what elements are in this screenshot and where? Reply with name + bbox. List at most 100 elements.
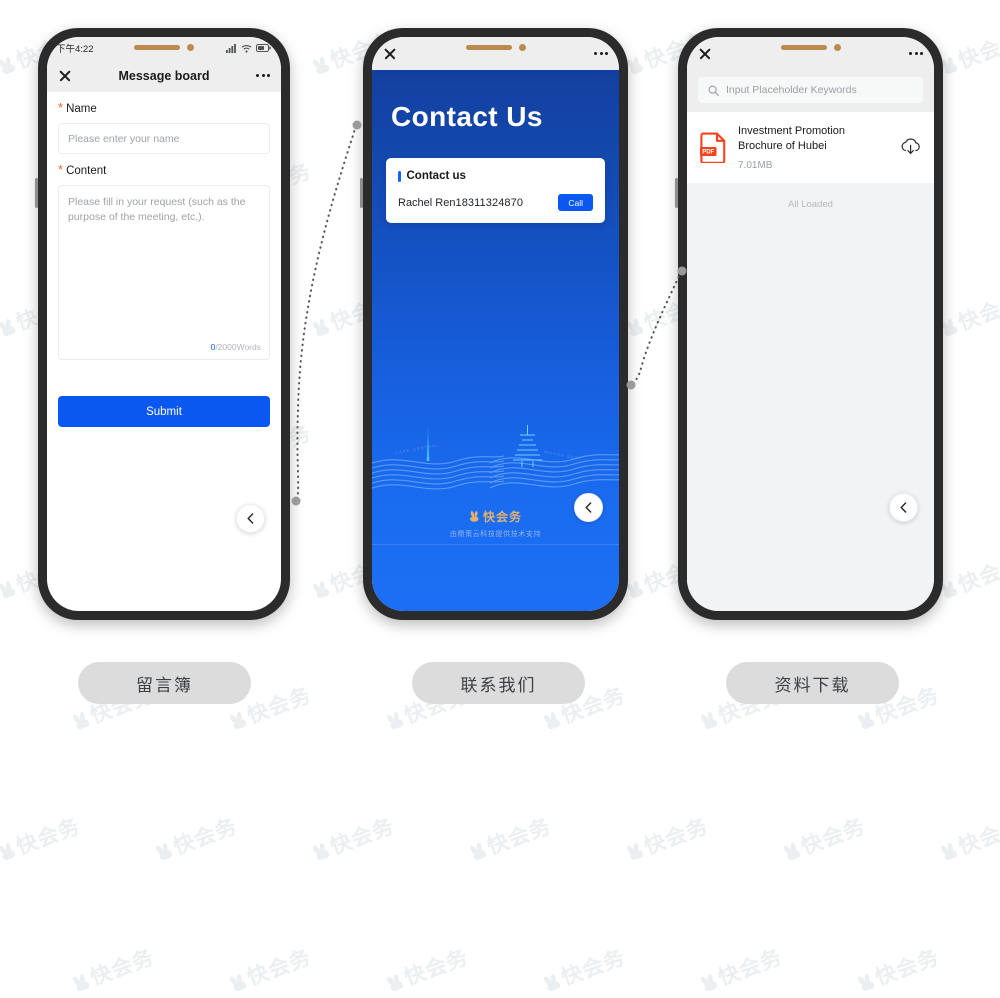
bunny-logo-icon (0, 579, 17, 599)
connector-path-2 (631, 271, 682, 385)
watermark-text: 快会务 (641, 814, 712, 860)
bunny-logo-icon (0, 55, 17, 75)
file-size: 7.01MB (738, 159, 773, 171)
download-cloud-icon[interactable] (900, 138, 921, 157)
hero-title: Contact Us (391, 101, 543, 132)
watermark-tile: 快会务 (309, 810, 398, 867)
bunny-logo-icon (311, 579, 331, 599)
watermark-text: 快会务 (87, 945, 158, 991)
watermark-text: 快会务 (170, 814, 241, 860)
required-mark: * (58, 162, 64, 177)
brand-logo: 快会务 (469, 508, 522, 525)
submit-button[interactable]: Submit (58, 396, 270, 427)
list-end-text: All Loaded (788, 198, 833, 210)
bunny-logo-icon (625, 55, 645, 75)
contact-card: Contact us Rachel Ren 18311324870 Call (386, 158, 605, 223)
phone2-notch (372, 44, 619, 51)
svg-text:PDF: PDF (702, 150, 714, 156)
search-icon (708, 85, 719, 96)
watermark-tile: 快会务 (937, 548, 1000, 605)
speaker-bar-icon (780, 45, 827, 50)
bunny-logo-icon (228, 972, 248, 992)
name-input[interactable]: Please enter your name (58, 123, 270, 154)
phone-contact-us: Contact Us Contact us Rachel Ren 1831132… (360, 28, 628, 620)
watermark-tile: 快会务 (466, 810, 555, 867)
svg-text:WUHAN EAST: WUHAN EAST (544, 449, 583, 461)
watermark-tile: 快会务 (937, 286, 1000, 343)
phone1-nav-bar: Message board (47, 59, 281, 92)
speaker-bar-icon (134, 45, 180, 50)
bunny-logo-icon (542, 972, 562, 992)
watermark-tile: 快会务 (854, 941, 943, 998)
phone1-notch (47, 44, 281, 51)
watermark-tile: 快会务 (937, 810, 1000, 867)
bunny-logo-icon (311, 841, 331, 861)
word-counter-total: /2000Words (215, 341, 261, 352)
more-icon[interactable] (256, 74, 270, 77)
watermark-text: 快会务 (715, 945, 786, 991)
call-button[interactable]: Call (558, 194, 593, 211)
downloads-page-body: Input Placeholder Keywords PDF Investmen… (687, 70, 934, 611)
bunny-logo-icon (625, 317, 645, 337)
watermark-text: 快会务 (244, 683, 315, 729)
phone-downloads: Input Placeholder Keywords PDF Investmen… (675, 28, 943, 620)
watermark-tile: 快会务 (0, 417, 1, 474)
watermark-tile: 快会务 (0, 810, 84, 867)
watermark-text: 快会务 (798, 814, 869, 860)
bunny-logo-icon (385, 972, 405, 992)
back-chevron-icon (585, 502, 592, 513)
watermark-text: 快会务 (955, 552, 1000, 598)
back-button[interactable] (236, 504, 265, 533)
phone-message-board: 下午4:22 Message board * Name Please enter… (35, 28, 290, 620)
name-field-label: * Name (58, 92, 270, 123)
list-item[interactable]: PDF Investment Promotion Brochure of Hub… (687, 112, 934, 183)
watermark-tile: 快会务 (697, 941, 786, 998)
message-board-form: * Name Please enter your name * Content … (47, 92, 281, 427)
search-input[interactable]: Input Placeholder Keywords (698, 77, 923, 103)
watermark-tile: 快会务 (0, 941, 1, 998)
back-button[interactable] (574, 493, 603, 522)
caption-message-board: 留言簿 (78, 662, 251, 704)
bunny-logo-icon (0, 317, 17, 337)
back-button[interactable] (889, 493, 918, 522)
bunny-logo-icon (625, 579, 645, 599)
pdf-file-icon: PDF (700, 132, 726, 163)
phone1-side-button (35, 178, 38, 208)
phone3-screen: Input Placeholder Keywords PDF Investmen… (687, 37, 934, 611)
connector-dot-1b (291, 496, 301, 506)
powered-by-text: 由鼎策云科技提供技术支持 (449, 531, 542, 538)
front-camera-icon (833, 44, 841, 51)
name-label-text: Name (66, 103, 97, 115)
name-input-placeholder: Please enter your name (68, 132, 180, 145)
contact-page-body: Contact Us Contact us Rachel Ren 1831132… (372, 70, 619, 611)
watermark-text: 快会务 (401, 945, 472, 991)
watermark-tile: 快会务 (226, 941, 315, 998)
more-icon[interactable] (909, 52, 923, 55)
watermark-tile: 快会务 (0, 155, 1, 212)
watermark-tile: 快会务 (540, 941, 629, 998)
more-icon[interactable] (594, 52, 608, 55)
phone3-nav-bar (687, 37, 934, 70)
bunny-logo-icon (154, 841, 174, 861)
close-icon[interactable] (58, 69, 72, 83)
watermark-tile: 快会务 (69, 941, 158, 998)
phone2-screen: Contact Us Contact us Rachel Ren 1831132… (372, 37, 619, 611)
watermark-text: 快会务 (0, 941, 1, 992)
bunny-logo-icon (71, 710, 91, 730)
bunny-logo-icon (939, 841, 959, 861)
content-placeholder: Please fill in your request (such as the… (68, 196, 246, 224)
required-mark: * (58, 100, 64, 115)
bunny-logo-icon (542, 710, 562, 730)
watermark-text: 快会务 (13, 814, 84, 860)
bunny-logo-icon (385, 710, 405, 730)
content-label-text: Content (66, 165, 107, 177)
phone1-screen: 下午4:22 Message board * Name Please enter… (47, 37, 281, 611)
watermark-text: 快会务 (244, 945, 315, 991)
page-title: Message board (118, 68, 210, 83)
watermark-text: 快会务 (955, 814, 1000, 860)
bunny-logo-icon (468, 841, 488, 861)
watermark-text: 快会务 (955, 28, 1000, 74)
bunny-logo-icon (228, 710, 248, 730)
content-textarea[interactable]: Please fill in your request (such as the… (58, 185, 270, 360)
watermark-tile: 快会务 (623, 810, 712, 867)
